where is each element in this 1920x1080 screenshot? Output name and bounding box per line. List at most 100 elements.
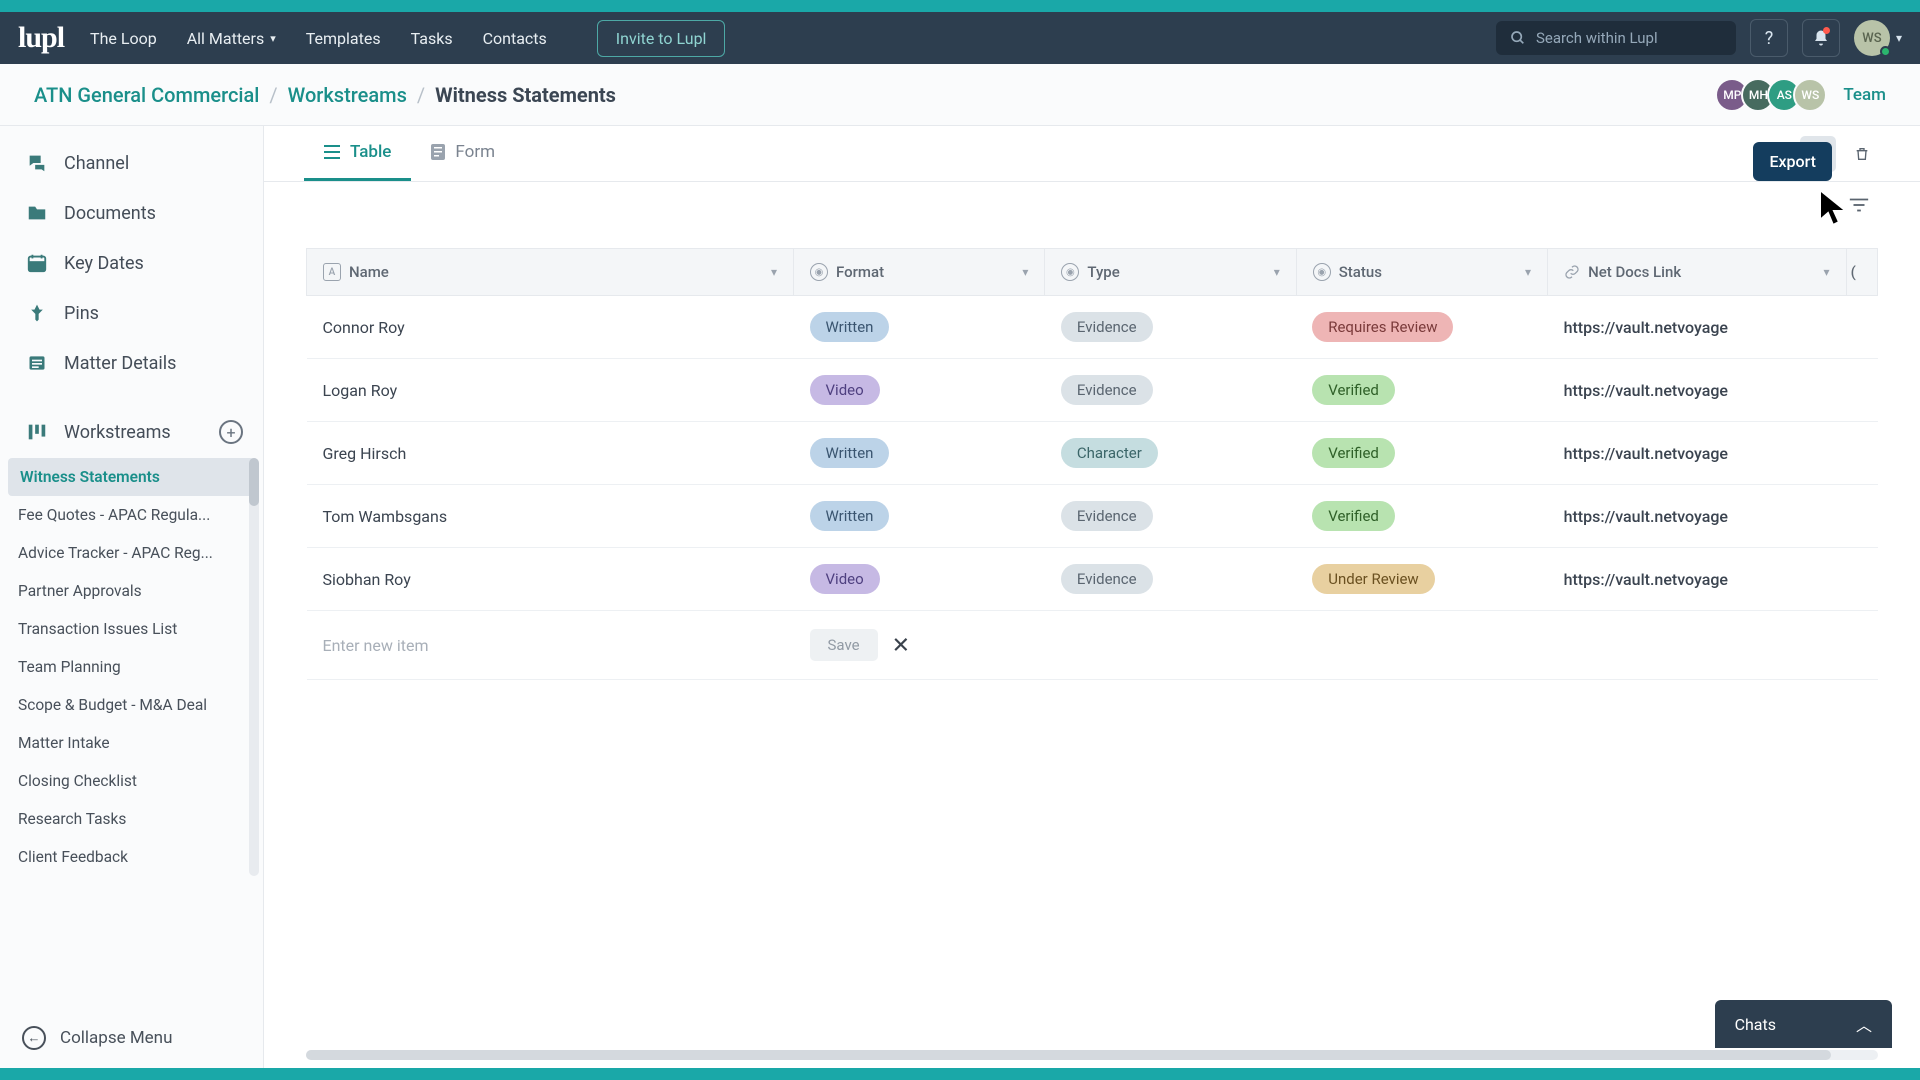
workstream-item[interactable]: Matter Intake xyxy=(0,724,263,762)
format-pill[interactable]: Video xyxy=(810,375,880,405)
format-pill[interactable]: Written xyxy=(810,312,890,342)
tab-form[interactable]: Form xyxy=(411,126,515,181)
header-right: ? WS ▾ xyxy=(1496,19,1902,57)
workstream-item[interactable]: Team Planning xyxy=(0,648,263,686)
nav-contacts[interactable]: Contacts xyxy=(483,29,547,48)
logo[interactable]: lupl xyxy=(18,21,64,55)
format-pill[interactable]: Video xyxy=(810,564,880,594)
nav-tasks[interactable]: Tasks xyxy=(411,29,453,48)
h-scrollbar-thumb[interactable] xyxy=(306,1050,1831,1060)
new-item-input[interactable]: Enter new item xyxy=(323,636,429,655)
add-workstream-button[interactable]: + xyxy=(219,420,243,444)
filter-button[interactable] xyxy=(1848,196,1870,214)
link-cell[interactable]: https://vault.netvoyage xyxy=(1548,296,1846,359)
team-avatar-stack[interactable]: MP MH AS WS xyxy=(1723,78,1827,112)
table-row[interactable]: Greg HirschWrittenCharacterVerifiedhttps… xyxy=(307,422,1878,485)
column-header-name[interactable]: AName▾ xyxy=(307,249,794,296)
team-link[interactable]: Team xyxy=(1843,85,1886,105)
sidebar-item-workstreams[interactable]: Workstreams + xyxy=(0,406,263,458)
list-icon xyxy=(26,352,48,374)
chevron-down-icon[interactable]: ▾ xyxy=(1022,265,1028,279)
table-row[interactable]: Tom WambsgansWrittenEvidenceVerifiedhttp… xyxy=(307,485,1878,548)
status-pill[interactable]: Verified xyxy=(1312,438,1395,468)
column-label: Net Docs Link xyxy=(1588,263,1681,281)
breadcrumb-workstreams[interactable]: Workstreams xyxy=(288,83,407,107)
workstream-item[interactable]: Fee Quotes - APAC Regula... xyxy=(0,496,263,534)
save-button[interactable]: Save xyxy=(810,629,878,661)
collapse-menu-button[interactable]: ← Collapse Menu xyxy=(0,1008,263,1068)
breadcrumb-root[interactable]: ATN General Commercial xyxy=(34,83,259,107)
sidebar-item-pins[interactable]: Pins xyxy=(0,288,263,338)
type-pill[interactable]: Evidence xyxy=(1061,501,1153,531)
format-pill[interactable]: Written xyxy=(810,501,890,531)
column-header-more[interactable]: ( xyxy=(1846,249,1877,296)
h-scrollbar-track xyxy=(306,1050,1878,1060)
column-header-type[interactable]: ◉Type▾ xyxy=(1045,249,1296,296)
chats-widget[interactable]: Chats ︿ xyxy=(1715,1000,1892,1048)
column-label: Format xyxy=(836,263,884,281)
main-content: Table Form AName▾ ◉Format▾ xyxy=(264,126,1920,1068)
workstream-item[interactable]: Transaction Issues List xyxy=(0,610,263,648)
chevron-down-icon: ▾ xyxy=(1896,31,1902,45)
link-cell[interactable]: https://vault.netvoyage xyxy=(1548,485,1846,548)
search-icon xyxy=(1510,30,1526,46)
link-cell[interactable]: https://vault.netvoyage xyxy=(1548,548,1846,611)
status-pill[interactable]: Verified xyxy=(1312,501,1395,531)
table-row[interactable]: Logan RoyVideoEvidenceVerifiedhttps://va… xyxy=(307,359,1878,422)
link-cell[interactable]: https://vault.netvoyage xyxy=(1548,422,1846,485)
delete-button[interactable] xyxy=(1844,136,1880,172)
sidebar-item-key-dates[interactable]: Key Dates xyxy=(0,238,263,288)
nav-all-matters[interactable]: All Matters ▾ xyxy=(187,29,276,48)
sidebar-item-channel[interactable]: Channel xyxy=(0,138,263,188)
workstream-item[interactable]: Partner Approvals xyxy=(0,572,263,610)
workstream-list: Witness StatementsFee Quotes - APAC Regu… xyxy=(0,458,263,876)
notifications-button[interactable] xyxy=(1802,19,1840,57)
type-pill[interactable]: Evidence xyxy=(1061,312,1153,342)
type-pill[interactable]: Evidence xyxy=(1061,375,1153,405)
close-icon[interactable]: ✕ xyxy=(892,633,910,658)
collapse-icon: ← xyxy=(22,1026,46,1050)
workstream-item[interactable]: Client Feedback xyxy=(0,838,263,876)
help-button[interactable]: ? xyxy=(1750,19,1788,57)
sidebar-item-label: Workstreams xyxy=(64,422,171,443)
app-header: lupl The Loop All Matters ▾ Templates Ta… xyxy=(0,12,1920,64)
workstream-item[interactable]: Advice Tracker - APAC Reg... xyxy=(0,534,263,572)
chevron-down-icon[interactable]: ▾ xyxy=(1525,265,1531,279)
chevron-down-icon[interactable]: ▾ xyxy=(771,265,777,279)
workstream-item[interactable]: Witness Statements xyxy=(8,458,255,496)
column-header-status[interactable]: ◉Status▾ xyxy=(1296,249,1547,296)
sidebar-item-documents[interactable]: Documents xyxy=(0,188,263,238)
column-header-link[interactable]: Net Docs Link ▾ xyxy=(1548,249,1846,296)
nav-templates[interactable]: Templates xyxy=(306,29,381,48)
status-pill[interactable]: Verified xyxy=(1312,375,1395,405)
type-pill[interactable]: Evidence xyxy=(1061,564,1153,594)
status-pill[interactable]: Under Review xyxy=(1312,564,1434,594)
nav-the-loop[interactable]: The Loop xyxy=(90,29,157,48)
format-pill[interactable]: Written xyxy=(810,438,890,468)
invite-button[interactable]: Invite to Lupl xyxy=(597,20,726,57)
workstream-item[interactable]: Research Tasks xyxy=(0,800,263,838)
link-cell[interactable]: https://vault.netvoyage xyxy=(1548,359,1846,422)
sidebar-item-label: Documents xyxy=(64,203,156,224)
status-pill[interactable]: Requires Review xyxy=(1312,312,1453,342)
workstream-item[interactable]: Closing Checklist xyxy=(0,762,263,800)
column-header-format[interactable]: ◉Format▾ xyxy=(794,249,1045,296)
scrollbar-thumb[interactable] xyxy=(249,458,259,506)
search-input[interactable] xyxy=(1536,29,1722,47)
search-box[interactable] xyxy=(1496,21,1736,55)
collapse-label: Collapse Menu xyxy=(60,1028,172,1048)
sidebar-item-matter-details[interactable]: Matter Details xyxy=(0,338,263,388)
table-row[interactable]: Connor Roy Written Evidence Requires Review… xyxy=(307,296,1878,359)
workstream-item[interactable]: Scope & Budget - M&A Deal xyxy=(0,686,263,724)
type-pill[interactable]: Character xyxy=(1061,438,1158,468)
chevron-down-icon[interactable]: ▾ xyxy=(1274,265,1280,279)
sidebar-item-label: Key Dates xyxy=(64,253,144,274)
table-row[interactable]: Siobhan Roy Video Evidence Under Review http… xyxy=(307,548,1878,611)
column-label: Type xyxy=(1087,263,1119,281)
cell-name: Connor Roy xyxy=(307,296,794,359)
tab-table[interactable]: Table xyxy=(304,126,411,181)
chevron-down-icon[interactable]: ▾ xyxy=(1824,265,1830,279)
cell-name: Siobhan Roy xyxy=(307,548,794,611)
user-menu[interactable]: WS ▾ xyxy=(1854,20,1902,56)
chats-label: Chats xyxy=(1735,1015,1776,1034)
